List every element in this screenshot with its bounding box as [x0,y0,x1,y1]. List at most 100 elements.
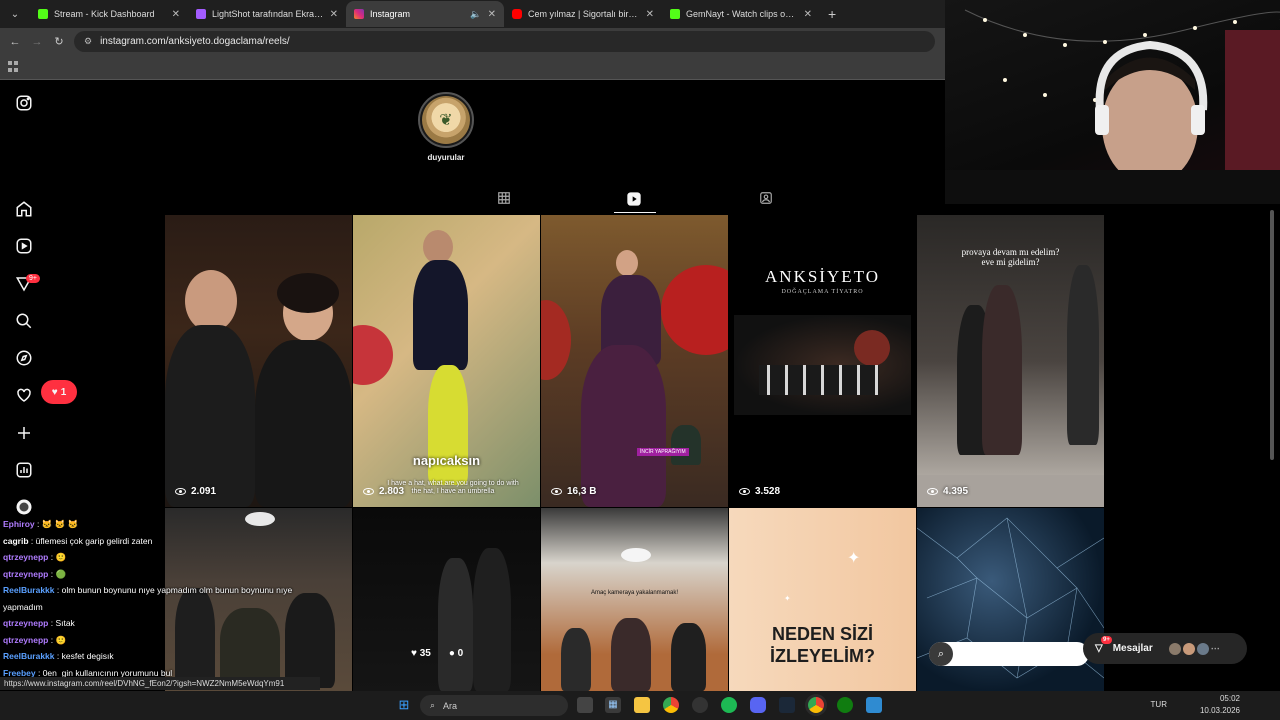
lightshot-favicon-icon [196,9,206,19]
reel-tile[interactable]: ✦ ✦ NEDEN SİZİ İZLEYELİM? [729,508,916,691]
kick-favicon-icon [38,9,48,19]
new-tab-button[interactable]: + [820,6,844,22]
search-overlay-input[interactable] [929,642,1089,666]
chat-message: qtrzeynepp : 🟢 [3,568,67,579]
view-count: 4.395 [927,486,968,497]
reel-tile[interactable]: ♥ 35 ● 0 [353,508,540,691]
profile-icon[interactable] [14,498,34,518]
reel-engagement: ♥ 35 ● 0 [411,648,464,659]
reel-title: ANKSİYETO [765,267,880,286]
reel-tile[interactable]: napıcaksın I have a hat, what are you go… [353,215,540,507]
tab-title: GemNayt - Watch clips on Kick [686,9,798,19]
youtube-favicon-icon [512,9,522,19]
view-count: 3.528 [739,486,780,497]
page-scrollbar[interactable] [1270,210,1274,460]
instagram-logo-icon[interactable] [14,94,34,114]
search-placeholder: Ara [443,700,458,711]
close-icon[interactable]: ✕ [172,9,180,20]
tab-search-menu-button[interactable]: ⌄ [4,3,26,25]
close-icon[interactable]: ✕ [804,9,812,20]
reel-tile[interactable]: 2.091 [165,215,352,507]
system-tray[interactable]: 05:02 10.03.2026 [1200,693,1240,717]
search-icon[interactable]: ⌕ [929,642,953,666]
messages-icon: ▽ 9+ [1095,636,1112,654]
story-highlight[interactable]: ❦ [418,92,474,148]
url-text: instagram.com/anksiyeto.dogaclama/reels/ [100,36,290,47]
highlight-cover: ❦ [422,96,470,144]
close-icon[interactable]: ✕ [330,9,338,20]
store-icon[interactable]: ▦ [605,697,621,713]
close-icon[interactable]: ✕ [646,9,654,20]
chrome-active-icon[interactable] [808,697,824,713]
address-bar[interactable]: ⚙ instagram.com/anksiyeto.dogaclama/reel… [74,31,935,52]
avatar [1196,642,1209,655]
tab-title: LightShot tarafından Ekran Gör [212,9,324,19]
clock-date: 10.03.2026 [1199,706,1240,715]
forward-arrow-icon[interactable]: → [30,36,44,48]
notification-pill[interactable]: ♥ 1 [41,380,77,404]
spotify-icon[interactable] [721,697,737,713]
discord-icon[interactable] [750,697,766,713]
reels-icon[interactable] [14,237,34,257]
kick-favicon-icon [670,9,680,19]
avatar [1182,642,1195,655]
tab-kick-dashboard[interactable]: Stream - Kick Dashboard ✕ [30,1,188,27]
dashboard-icon[interactable] [14,461,34,481]
apps-grid-icon[interactable] [8,61,19,72]
back-arrow-icon[interactable]: ← [8,36,22,48]
heart-icon[interactable] [14,386,34,406]
eye-icon [175,488,186,495]
view-count: 16,3 B [551,486,596,497]
search-icon: ⌕ [430,700,436,710]
reel-caption: napıcaksın [412,453,481,468]
reels-tab-icon[interactable] [626,191,642,207]
reel-tile[interactable]: İNCİR YAPRAĞIYIM 16,3 B [541,215,728,507]
stream-chat: Ephiroy : 🐱 🐱 🐱 cagrib : üflemesi çok ga… [0,516,330,691]
home-icon[interactable] [14,200,34,220]
reel-tile[interactable]: ANKSİYETO DOĞAÇLAMA TİYATRO 3.528 [729,215,916,507]
app-icon[interactable] [866,697,882,713]
file-explorer-icon[interactable] [634,697,650,713]
xbox-icon[interactable] [837,697,853,713]
chrome-icon[interactable] [663,697,679,713]
taskbar-search[interactable]: ⌕ Ara [420,695,568,716]
reel-overlay-text: provaya devam mı edelim? eve mi gidelim? [961,247,1060,267]
reel-tile[interactable]: Amaç kameraya yakalanmamak! [541,508,728,691]
eye-icon [927,488,938,495]
comment-icon: ● [448,648,455,659]
posts-grid-icon[interactable] [496,191,512,207]
app-icon[interactable] [692,697,708,713]
messages-button[interactable]: ▽ 9+ Mesajlar ⋯ [1083,633,1247,664]
speaker-icon[interactable]: 🔈 [470,9,481,20]
reel-tile[interactable]: provaya devam mı edelim? eve mi gidelim?… [917,215,1104,507]
view-count: 2.091 [175,486,216,497]
search-icon[interactable] [14,312,34,332]
browser-toolbar: ← → ↻ ⚙ instagram.com/anksiyeto.dogaclam… [0,28,945,55]
task-view-icon[interactable] [577,697,593,713]
tab-title: Cem yılmaz | Sigortalı bir iş bul [528,9,640,19]
site-info-icon[interactable]: ⚙ [84,36,92,47]
eye-icon [363,488,374,495]
clock-time: 05:02 [1219,694,1240,703]
chat-message: qtrzeynepp : Sıtak [3,618,75,628]
create-icon[interactable] [14,424,34,444]
tagged-icon[interactable] [758,191,774,207]
tab-youtube[interactable]: Cem yılmaz | Sigortalı bir iş bul ✕ [504,1,662,27]
close-icon[interactable]: ✕ [488,9,496,20]
tab-lightshot[interactable]: LightShot tarafından Ekran Gör ✕ [188,1,346,27]
active-tab-indicator [614,212,656,213]
steam-icon[interactable] [779,697,795,713]
reload-icon[interactable]: ↻ [52,35,66,48]
avatar-stack: ⋯ [1168,642,1220,655]
language-indicator[interactable]: TUR [1151,700,1167,709]
bookmarks-bar [0,55,945,80]
windows-start-icon[interactable]: ⊞ [396,697,412,713]
tab-instagram[interactable]: Instagram 🔈 ✕ [346,1,504,27]
reel-subtitle: DOĞAÇLAMA TİYATRO [781,289,864,295]
eye-icon [739,488,750,495]
heart-filled-icon: ♥ [411,648,417,659]
instagram-favicon-icon [354,9,364,19]
chat-message: ReelBurakkk : kesfet degisık [3,651,114,661]
explore-icon[interactable] [14,349,34,369]
tab-gemnayt-kick[interactable]: GemNayt - Watch clips on Kick ✕ [662,1,820,27]
